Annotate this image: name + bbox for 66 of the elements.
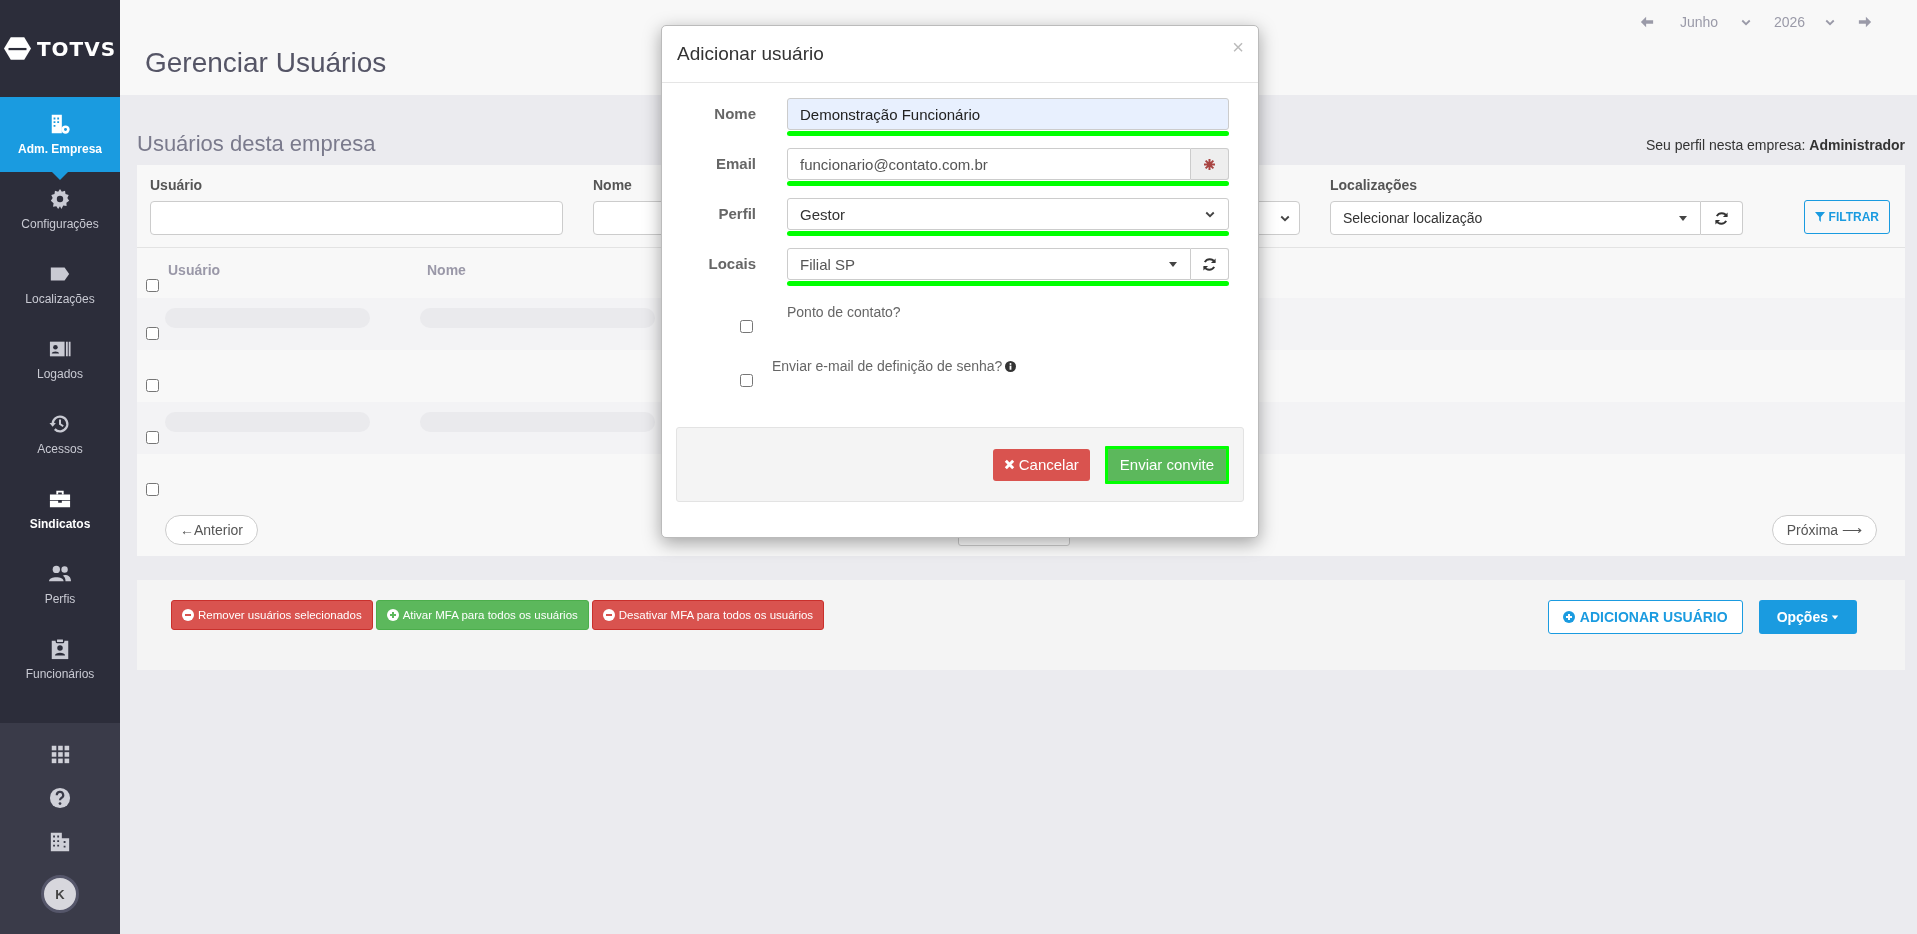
action-button[interactable]: Desativar MFA para todos os usuários bbox=[591, 600, 825, 630]
select-all-checkbox[interactable] bbox=[146, 279, 159, 292]
arrow-left-icon[interactable] bbox=[1640, 15, 1654, 29]
refresh-button[interactable] bbox=[1191, 248, 1229, 280]
location-select[interactable]: Filial SP bbox=[787, 248, 1191, 280]
section-title: Usuários desta empresa bbox=[137, 131, 376, 158]
checkbox[interactable] bbox=[740, 320, 753, 333]
field-label: Usuário bbox=[150, 177, 204, 195]
clipboard-user-icon bbox=[49, 638, 71, 660]
user-avatar[interactable]: K bbox=[41, 875, 79, 913]
logo-text: TOTVS bbox=[36, 36, 117, 61]
info-icon bbox=[1005, 360, 1017, 372]
row-checkbox[interactable] bbox=[146, 430, 159, 444]
caret-icon bbox=[1168, 259, 1178, 269]
logo-icon bbox=[3, 35, 31, 62]
plus-circle-icon bbox=[386, 609, 399, 621]
x-icon bbox=[1003, 459, 1015, 470]
refresh-icon bbox=[1714, 210, 1729, 226]
minus-circle-icon bbox=[602, 609, 615, 621]
apps-grid-icon[interactable] bbox=[49, 743, 71, 765]
minus-circle-icon bbox=[182, 609, 194, 621]
dialog-title: Adicionar usuário bbox=[677, 43, 824, 65]
field-label: Nome bbox=[593, 177, 633, 195]
action-button[interactable]: Remover usuários selecionados bbox=[171, 600, 373, 630]
profile-select[interactable]: Gestor bbox=[787, 198, 1229, 230]
text-field[interactable] bbox=[150, 201, 563, 235]
cancel-button[interactable]: Cancelar bbox=[992, 448, 1090, 481]
sidebar-item[interactable]: Acessos bbox=[0, 397, 120, 472]
building-icon[interactable] bbox=[49, 831, 71, 853]
field-label: Perfil bbox=[717, 204, 756, 224]
email-field[interactable]: funcionario@contato.com.br bbox=[787, 148, 1191, 180]
sidebar-item[interactable]: Localizações bbox=[0, 247, 120, 322]
checkbox-label: Ponto de contato? bbox=[787, 304, 901, 320]
sidebar-item[interactable]: Configurações bbox=[0, 172, 120, 247]
next-button[interactable]: Próxima ⟶ bbox=[1771, 515, 1877, 545]
arrow-right-icon[interactable] bbox=[1858, 15, 1872, 29]
field-label: Locais bbox=[707, 254, 756, 274]
caret-icon bbox=[1831, 613, 1839, 621]
sidebar-item[interactable]: Perfis bbox=[0, 547, 120, 622]
checkbox[interactable] bbox=[740, 374, 753, 387]
refresh-icon bbox=[1202, 256, 1217, 272]
row-checkbox[interactable] bbox=[146, 482, 159, 496]
funnel-icon bbox=[1814, 212, 1825, 222]
sidebar-item[interactable]: Funcionários bbox=[0, 622, 120, 697]
asterisk-icon bbox=[1204, 158, 1215, 170]
sidebar-item[interactable]: Logados bbox=[0, 322, 120, 397]
gear-icon bbox=[49, 188, 71, 210]
previous-button[interactable]: ←Anterior bbox=[165, 515, 259, 545]
page-title: Gerenciar Usuários bbox=[145, 47, 387, 79]
refresh-button[interactable] bbox=[1701, 201, 1743, 235]
briefcase-icon bbox=[49, 488, 71, 510]
row-checkbox[interactable] bbox=[146, 378, 159, 392]
building-gear-icon bbox=[49, 113, 71, 135]
field-label: Nome bbox=[713, 104, 756, 124]
checkbox-label: Enviar e-mail de definição de senha? bbox=[772, 358, 1003, 374]
location-select[interactable]: Selecionar localização bbox=[1330, 201, 1701, 235]
row-checkbox[interactable] bbox=[146, 326, 159, 340]
help-icon[interactable] bbox=[49, 787, 71, 809]
profile-text: Seu perfil nesta empresa: Administrador bbox=[1645, 137, 1905, 155]
caret-icon bbox=[1678, 213, 1688, 223]
field-label: Email bbox=[714, 154, 756, 174]
sidebar-item[interactable]: Sindicatos bbox=[0, 472, 120, 547]
history-icon bbox=[49, 413, 71, 435]
name-field[interactable]: Demonstração Funcionário bbox=[787, 98, 1229, 130]
field-label: Localizações bbox=[1330, 177, 1419, 195]
plus-circle-icon bbox=[1562, 611, 1575, 623]
